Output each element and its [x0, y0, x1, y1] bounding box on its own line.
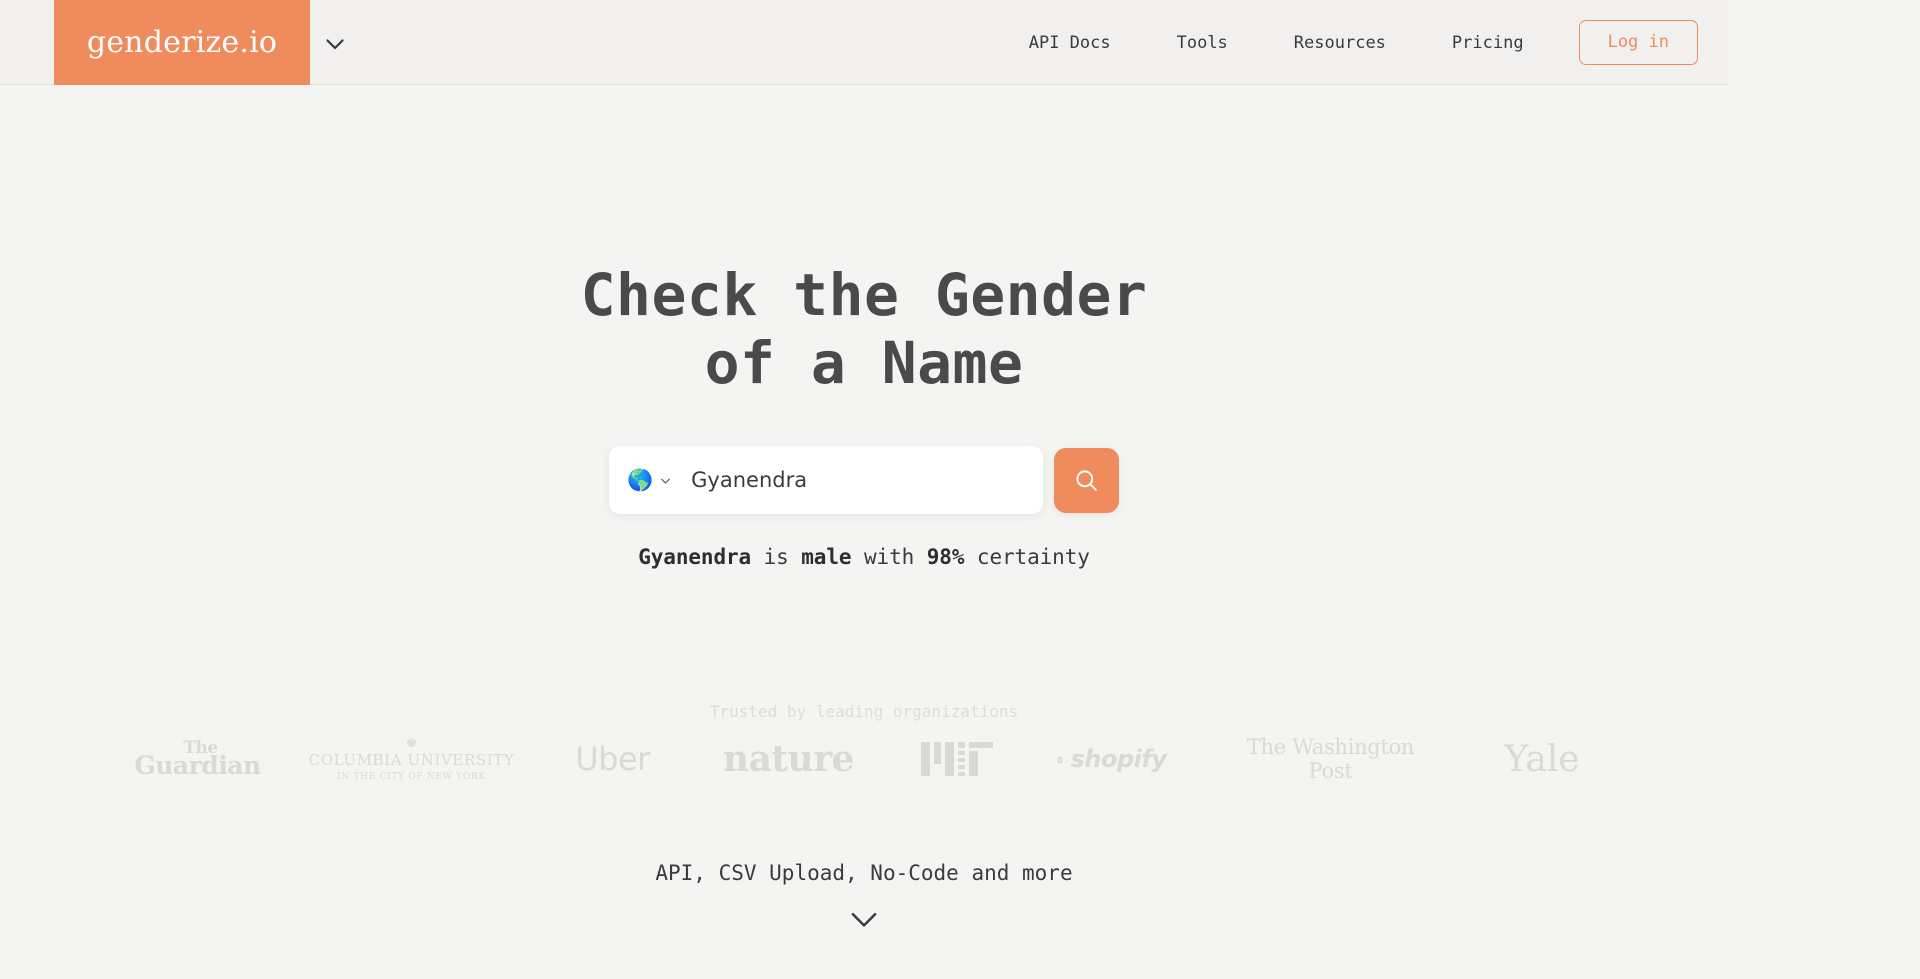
result-connector-2: with: [864, 545, 915, 569]
search-row: 🌎: [0, 446, 1728, 514]
search-input[interactable]: [691, 446, 1025, 514]
site-logo[interactable]: genderize.io: [54, 0, 310, 85]
nav-item-resources[interactable]: Resources: [1261, 33, 1419, 53]
crown-icon: ♚: [405, 735, 418, 751]
mit-bars-icon: [920, 742, 993, 776]
result-gender: male: [801, 545, 852, 569]
trusted-logo-row: The Guardian ♚ COLUMBIA UNIVERSITY IN TH…: [0, 728, 1728, 790]
main-navigation: API Docs Tools Resources Pricing Log in: [996, 0, 1698, 85]
logo-nature: nature: [722, 738, 855, 780]
scroll-down-button[interactable]: [0, 900, 1728, 938]
search-icon: [1076, 469, 1097, 491]
logo-columbia-line2: IN THE CITY OF NEW YORK: [337, 771, 486, 782]
logo-shopify: S shopify: [1056, 728, 1167, 790]
logo-mit: [919, 728, 997, 790]
cta-text: API, CSV Upload, No-Code and more: [655, 861, 1073, 885]
logo-columbia-line1: COLUMBIA UNIVERSITY: [308, 750, 515, 769]
login-button[interactable]: Log in: [1578, 20, 1698, 65]
nav-item-pricing[interactable]: Pricing: [1419, 33, 1557, 53]
result-connector-1: is: [763, 545, 789, 569]
locale-selector[interactable]: 🌎: [627, 467, 673, 492]
site-logo-text: genderize.io: [86, 24, 278, 60]
nav-item-api-docs[interactable]: API Docs: [996, 33, 1144, 53]
logo-the-guardian-line2: Guardian: [134, 751, 261, 781]
logo-uber: Uber: [575, 740, 650, 778]
logo-the-guardian: The Guardian: [134, 728, 261, 790]
chevron-down-icon: [326, 39, 344, 50]
nav-item-tools[interactable]: Tools: [1144, 33, 1261, 53]
trusted-by-label: Trusted by leading organizations: [709, 702, 1019, 721]
logo-yale: Yale: [1504, 738, 1580, 780]
chevron-down-icon: [851, 912, 877, 927]
search-field: 🌎: [609, 446, 1043, 514]
logo-columbia-university: ♚ COLUMBIA UNIVERSITY IN THE CITY OF NEW…: [309, 728, 514, 790]
chevron-down-icon: [661, 478, 671, 484]
result-text: Gyanendra is male with 98% certainty: [0, 545, 1728, 569]
result-probability: 98%: [926, 545, 965, 569]
logo-the-washington-post: The Washington Post: [1246, 735, 1415, 783]
globe-americas-icon: 🌎: [627, 467, 654, 492]
logo-shopify-text: shopify: [1070, 745, 1167, 773]
logo-dropdown-toggle[interactable]: [320, 28, 350, 58]
site-header: genderize.io API Docs Tools Resources Pr…: [0, 0, 1728, 85]
result-name: Gyanendra: [638, 545, 752, 569]
svg-text:S: S: [1058, 757, 1061, 762]
page-title: Check the Gender of a Name: [580, 260, 1148, 398]
result-suffix: certainty: [976, 545, 1090, 569]
search-button[interactable]: [1054, 447, 1119, 513]
shopify-bag-icon: S: [1056, 755, 1063, 764]
